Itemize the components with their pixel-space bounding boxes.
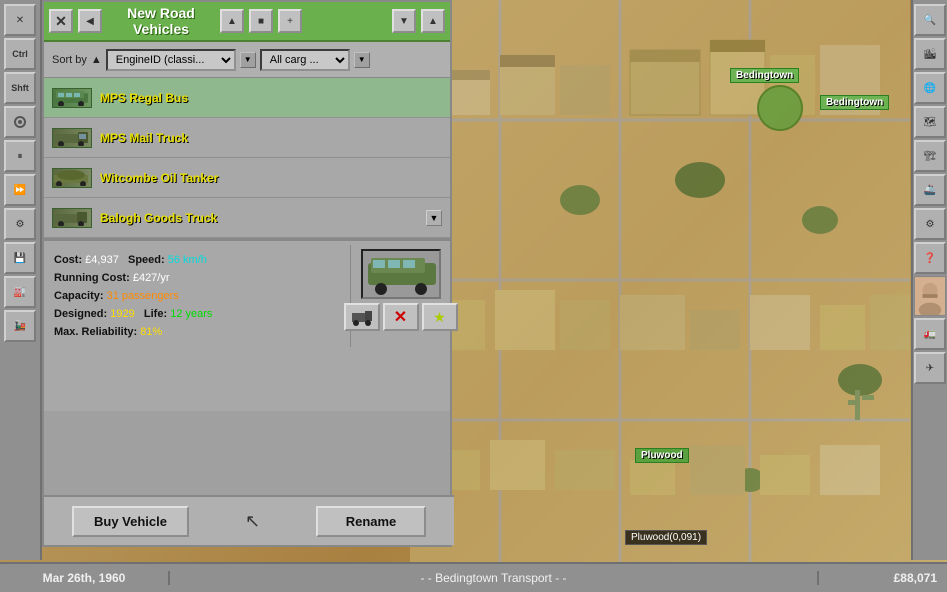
detail-action-buttons: ✕ ★ [344,303,458,331]
life-label: Life: [144,308,167,320]
panel-title-bar: ✕ ◀ New Road Vehicles ▲ ■ + ▼ ▲ [44,2,450,42]
plane-icon[interactable]: ✈ [914,352,946,384]
sort-by-label: Sort by [52,54,87,66]
designed-label: Designed: [54,308,107,320]
vehicle-list-container: MPS Regal Bus MPS Mail Truck [44,78,450,239]
cost-label: Cost: [54,254,82,266]
running-cost-value: £427/yr [133,272,170,284]
help-icon[interactable]: ❓ [914,242,946,274]
speed-value: 56 km/h [168,254,207,266]
panel-title: New Road Vehicles [107,5,215,37]
close-game-button[interactable]: ✕ [4,4,36,36]
sort-field-dropdown[interactable]: EngineID (classi... [106,49,236,71]
vehicle-item-mps-mail-truck[interactable]: MPS Mail Truck [44,118,450,158]
vehicle-purchase-panel: ✕ ◀ New Road Vehicles ▲ ■ + ▼ ▲ Sort by … [42,0,452,547]
settings-icon[interactable] [4,106,36,138]
fast-forward-icon[interactable]: ⏩ [4,174,36,206]
map-icon[interactable]: 🗺 [914,106,946,138]
sort-dropdown-arrow[interactable]: ▼ [240,52,256,68]
cargo-dropdown-arrow[interactable]: ▼ [354,52,370,68]
reliability-value: 81% [140,326,162,338]
rename-button[interactable]: Rename [316,506,426,537]
panel-nav-prev-button[interactable]: ◀ [78,9,102,33]
panel-title-green-area [307,6,387,36]
panel-nav-plus-button[interactable]: + [278,9,302,33]
city-label-bedingtown2: Bedingtown [820,95,889,110]
running-cost-line: Running Cost: £427/yr [54,269,340,287]
cost-line: Cost: £4,937 Speed: 56 km/h [54,251,340,269]
vehicle-stats: Cost: £4,937 Speed: 56 km/h Running Cost… [44,245,350,347]
truck-icon-mail [52,128,92,148]
life-value: 12 years [170,308,212,320]
panel-nav-stop-button[interactable]: ■ [249,9,273,33]
truck-toolbar-icon[interactable]: 🚛 [914,318,946,350]
vehicle-name-balogh-goods-truck: Balogh Goods Truck [100,211,217,225]
capacity-line: Capacity: 31 passengers [54,287,340,305]
speed-label: Speed: [128,254,165,266]
vehicle-large-preview [361,249,441,299]
cursor-icon: ↖ [245,511,260,532]
avatar-icon [914,276,946,316]
vehicle-name-mps-mail-truck: MPS Mail Truck [100,131,188,145]
sort-filter-bar: Sort by ▲ EngineID (classi... ▼ All carg… [44,42,450,78]
vehicle-detail-area: Cost: £4,937 Speed: 56 km/h Running Cost… [44,239,450,351]
panel-nav-next-button[interactable]: ▲ [421,9,445,33]
city-label-bedingtown1: Bedingtown [730,68,799,83]
build-icon[interactable]: 🏗 [914,140,946,172]
vehicle-detail-truck-button[interactable] [344,303,380,331]
company-name: - - Bedingtown Transport - - [170,571,817,585]
right-toolbar: 🔍 🏙 🌐 🗺 🏗 🚢 ⚙ ❓ 🚛 ✈ [911,0,947,560]
ctrl-button[interactable]: Ctrl [4,38,36,70]
industry-icon[interactable]: 🏭 [4,276,36,308]
vehicle-list: MPS Regal Bus MPS Mail Truck [44,78,450,239]
population-label-pluwood: Pluwood(0,091) [625,530,707,545]
truck-icon-goods [52,208,92,228]
zoom-in-icon[interactable]: 🔍 [914,4,946,36]
gear-icon[interactable]: ⚙ [4,208,36,240]
truck-icon-oil [52,168,92,188]
vehicle-name-mps-regal-bus: MPS Regal Bus [100,91,188,105]
list-scroll-down-button[interactable]: ▼ [426,210,442,226]
panel-nav-up-button[interactable]: ▲ [220,9,244,33]
shift-button[interactable]: Shft [4,72,36,104]
vehicle-item-balogh-goods-truck[interactable]: Balogh Goods Truck ▼ [44,198,450,238]
status-bar: Mar 26th, 1960 - - Bedingtown Transport … [0,562,947,592]
sort-arrow-icon: ▲ [91,54,102,66]
capacity-value: 31 passengers [107,290,179,302]
empty-preview-area [44,351,450,411]
right-gear-icon[interactable]: ⚙ [914,208,946,240]
designed-line: Designed: 1929 Life: 12 years [54,305,340,323]
game-date: Mar 26th, 1960 [10,571,170,585]
running-cost-label: Running Cost: [54,272,130,284]
vehicle-item-witcombe-oil-tanker[interactable]: Witcombe Oil Tanker [44,158,450,198]
bottom-action-buttons: Buy Vehicle ↖ Rename [44,495,454,545]
cost-value: £4,937 [85,254,119,266]
vehicle-preview-panel: ✕ ★ [350,245,450,347]
pause-icon[interactable]: ⏸ [4,140,36,172]
vehicle-detail-star-button[interactable]: ★ [422,303,458,331]
train-icon[interactable]: 🚂 [4,310,36,342]
reliability-line: Max. Reliability: 81% [54,323,340,341]
vehicle-item-mps-regal-bus[interactable]: MPS Regal Bus [44,78,450,118]
left-toolbar: ✕ Ctrl Shft ⏸ ⏩ ⚙ 💾 🏭 🚂 [0,0,42,560]
save-icon[interactable]: 💾 [4,242,36,274]
cargo-filter-dropdown[interactable]: All carg ... [260,49,350,71]
city-icon[interactable]: 🏙 [914,38,946,70]
vehicle-detail-close-button[interactable]: ✕ [383,303,419,331]
city-label-pluwood: Pluwood [635,448,689,463]
reliability-label: Max. Reliability: [54,326,137,338]
buy-vehicle-button[interactable]: Buy Vehicle [72,506,189,537]
company-money: £88,071 [817,571,937,585]
panel-close-button[interactable]: ✕ [49,9,73,33]
designed-value: 1929 [110,308,134,320]
capacity-label: Capacity: [54,290,104,302]
globe-icon[interactable]: 🌐 [914,72,946,104]
bus-icon [52,88,92,108]
vehicle-name-witcombe-oil-tanker: Witcombe Oil Tanker [100,171,218,185]
panel-nav-down-button[interactable]: ▼ [392,9,416,33]
ship-icon[interactable]: 🚢 [914,174,946,206]
